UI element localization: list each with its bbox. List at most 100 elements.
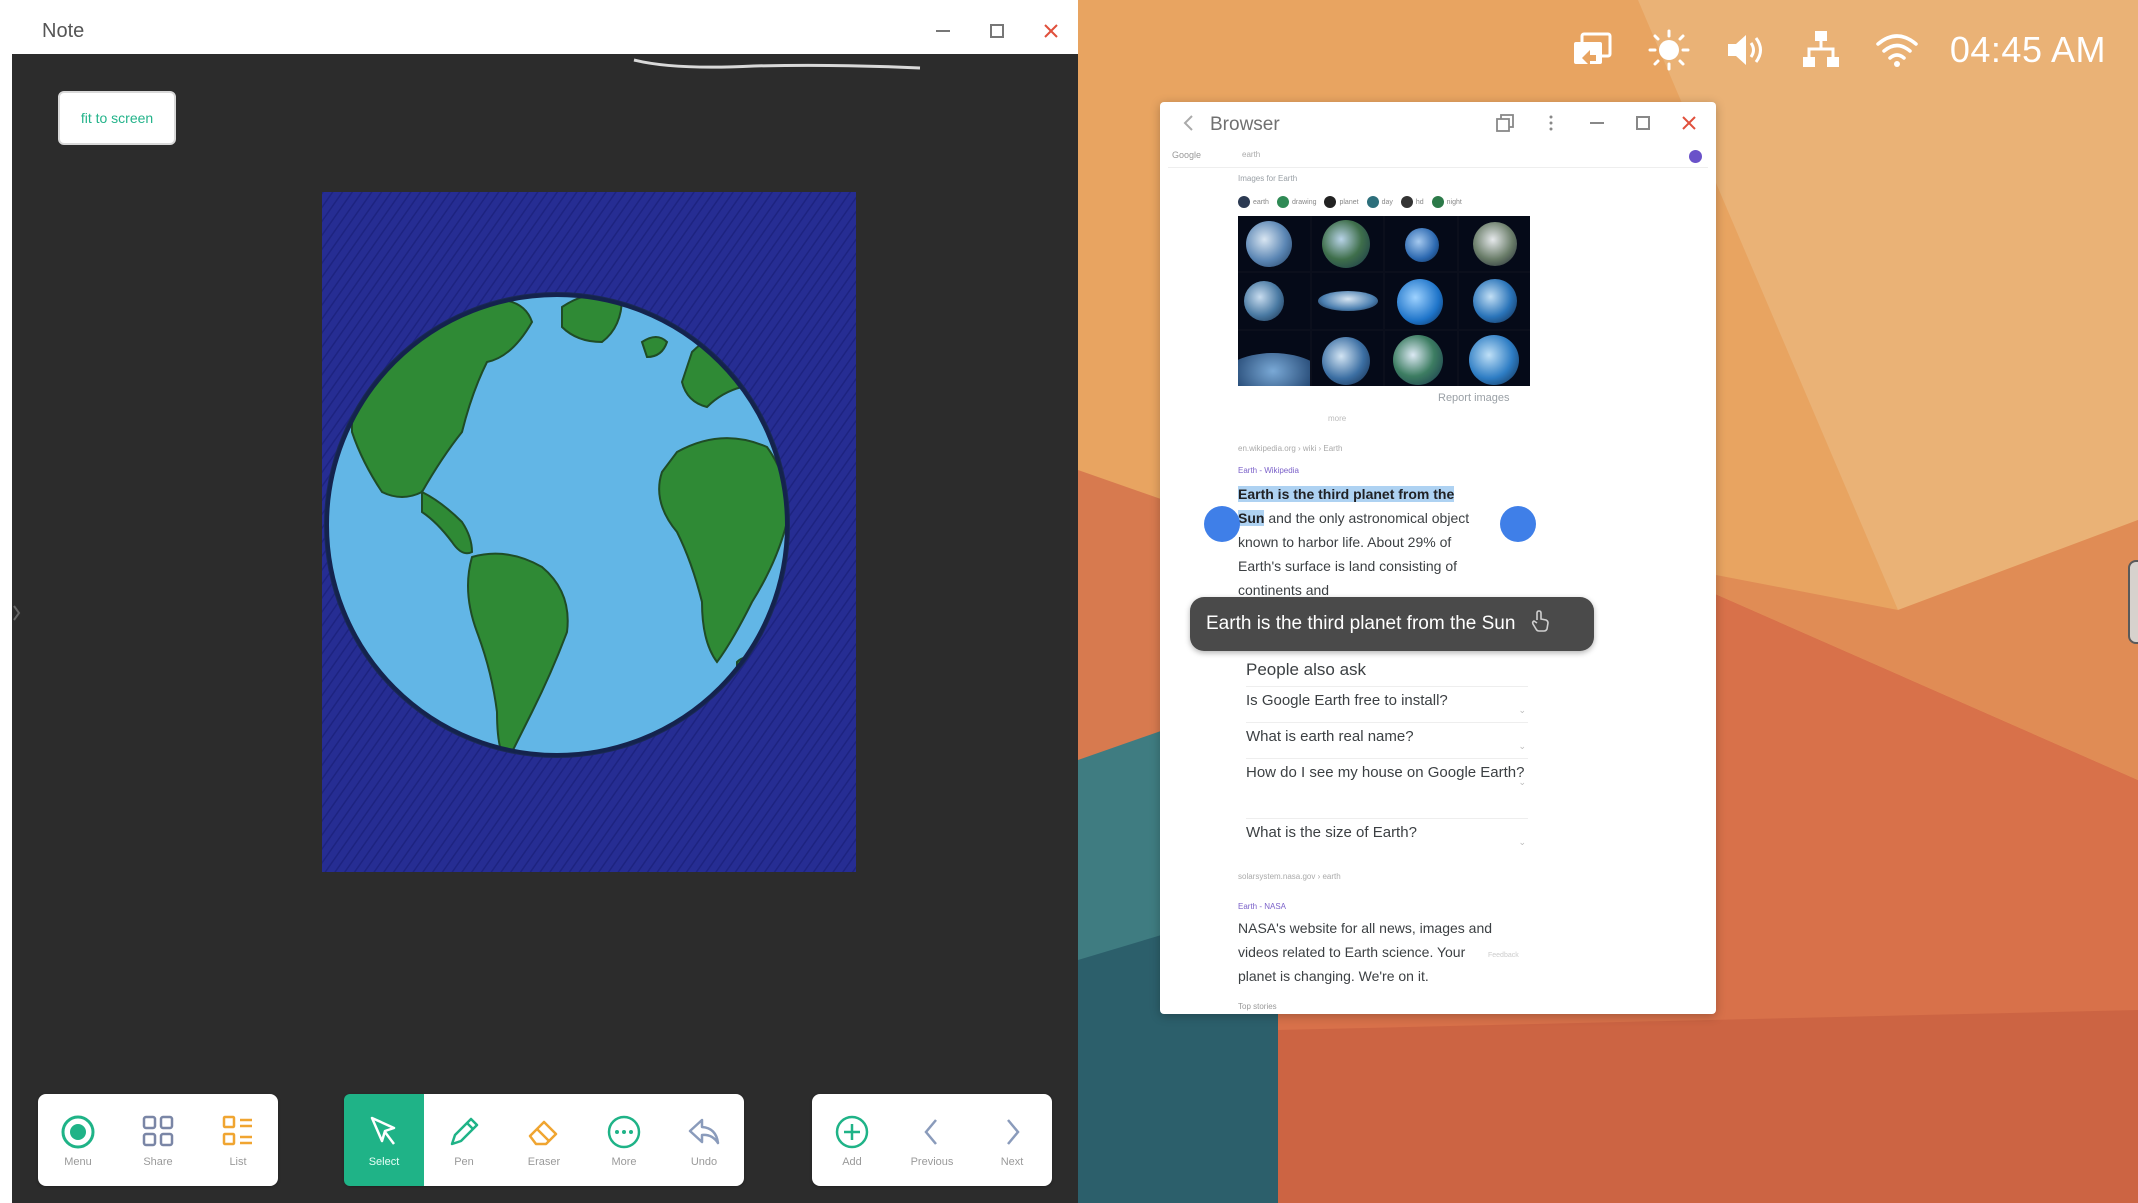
- toolbar-right: Add Previous Next: [812, 1094, 1052, 1186]
- nasa-link[interactable]: Earth - NASA: [1238, 902, 1286, 911]
- image-result[interactable]: [1311, 330, 1383, 386]
- add-icon: [835, 1115, 869, 1149]
- more-label: More: [611, 1156, 637, 1168]
- wikipedia-snippet[interactable]: Earth is the third planet from the Sun a…: [1238, 482, 1478, 602]
- image-result[interactable]: [1238, 273, 1310, 329]
- filter-chip[interactable]: night: [1431, 194, 1462, 210]
- note-window: Note fit to screen Menu Share List Selec…: [12, 8, 1078, 1203]
- minimize-icon: [1590, 122, 1604, 124]
- fit-to-screen-button[interactable]: fit to screen: [58, 91, 176, 145]
- note-titlebar[interactable]: Note: [12, 8, 1078, 54]
- more-images-link[interactable]: more: [1328, 414, 1346, 423]
- wikipedia-breadcrumb[interactable]: en.wikipedia.org › wiki › Earth: [1238, 444, 1342, 453]
- browser-menu-button[interactable]: [1536, 108, 1566, 138]
- close-icon: [1682, 116, 1696, 130]
- image-result[interactable]: [1385, 330, 1457, 386]
- more-icon: [607, 1115, 641, 1149]
- google-logo[interactable]: Google: [1172, 150, 1201, 160]
- image-result[interactable]: [1238, 216, 1310, 272]
- hand-pointer-icon[interactable]: [1529, 610, 1551, 638]
- image-result[interactable]: [1458, 330, 1530, 386]
- note-window-controls: [928, 16, 1066, 46]
- screen-share-icon[interactable]: [1570, 27, 1616, 73]
- image-result[interactable]: [1311, 216, 1383, 272]
- list-button[interactable]: List: [198, 1094, 278, 1186]
- menu-button[interactable]: Menu: [38, 1094, 118, 1186]
- pen-label: Pen: [454, 1156, 474, 1168]
- previous-page-button[interactable]: Previous: [892, 1094, 972, 1186]
- paa-question[interactable]: What is earth real name? ⌄: [1246, 722, 1528, 751]
- filter-chip[interactable]: day: [1366, 194, 1393, 210]
- browser-titlebar[interactable]: Browser: [1160, 102, 1716, 144]
- image-result[interactable]: [1385, 273, 1457, 329]
- paa-question[interactable]: What is the size of Earth? ⌄: [1246, 818, 1528, 847]
- wifi-icon[interactable]: [1874, 27, 1920, 73]
- share-label: Share: [143, 1156, 173, 1168]
- paa-question[interactable]: How do I see my house on Google Earth? ⌄: [1246, 758, 1528, 787]
- network-icon[interactable]: [1798, 27, 1844, 73]
- wikipedia-link[interactable]: Earth - Wikipedia: [1238, 466, 1299, 475]
- browser-tabs-button[interactable]: [1490, 108, 1520, 138]
- nasa-snippet: NASA's website for all news, images and …: [1238, 920, 1493, 984]
- menu-icon: [61, 1115, 95, 1149]
- tabs-icon: [1496, 114, 1514, 132]
- toolbar-center: Select Pen Eraser More Undo: [344, 1094, 744, 1186]
- add-page-button[interactable]: Add: [812, 1094, 892, 1186]
- select-tool-button[interactable]: Select: [344, 1094, 424, 1186]
- image-result[interactable]: [1385, 216, 1457, 272]
- note-title: Note: [42, 20, 85, 42]
- browser-minimize-button[interactable]: [1582, 108, 1612, 138]
- earth-illustration: [322, 192, 856, 872]
- selection-end-handle[interactable]: [1500, 506, 1536, 542]
- toast-text: Earth is the third planet from the Sun: [1206, 613, 1516, 634]
- volume-icon[interactable]: [1722, 27, 1768, 73]
- more-tool-button[interactable]: More: [584, 1094, 664, 1186]
- undo-tool-button[interactable]: Undo: [664, 1094, 744, 1186]
- eraser-icon: [528, 1120, 558, 1146]
- browser-maximize-button[interactable]: [1628, 108, 1658, 138]
- brightness-icon[interactable]: [1646, 27, 1692, 73]
- search-bar[interactable]: Google earth: [1168, 146, 1708, 168]
- account-avatar[interactable]: [1689, 150, 1702, 163]
- top-stories-heading[interactable]: Top stories: [1238, 1002, 1277, 1011]
- next-label: Next: [1000, 1156, 1024, 1168]
- filter-chip[interactable]: hd: [1400, 194, 1424, 210]
- right-edge-handle[interactable]: [2128, 560, 2138, 644]
- pen-tool-button[interactable]: Pen: [424, 1094, 504, 1186]
- text-capture-toast[interactable]: Earth is the third planet from the Sun: [1190, 597, 1594, 651]
- maximize-button[interactable]: [982, 16, 1012, 46]
- minimize-button[interactable]: [928, 16, 958, 46]
- close-icon: [1044, 24, 1058, 38]
- browser-window-controls: [1490, 108, 1704, 138]
- earth-drawing[interactable]: [322, 192, 856, 872]
- menu-label: Menu: [64, 1156, 92, 1168]
- filter-chip[interactable]: planet: [1324, 194, 1359, 210]
- filter-chip[interactable]: earth: [1238, 194, 1269, 210]
- next-page-button[interactable]: Next: [972, 1094, 1052, 1186]
- filter-chip[interactable]: drawing: [1276, 194, 1316, 210]
- back-icon[interactable]: [1178, 112, 1200, 134]
- screen: 04:45 AM Note fit to screen Menu Share L…: [0, 0, 2138, 1203]
- browser-title: Browser: [1210, 114, 1280, 135]
- select-label: Select: [368, 1156, 400, 1168]
- selection-start-handle[interactable]: [1204, 506, 1240, 542]
- close-button[interactable]: [1036, 16, 1066, 46]
- minimize-icon: [936, 30, 950, 32]
- image-result[interactable]: [1458, 273, 1530, 329]
- paa-question[interactable]: Is Google Earth free to install? ⌄: [1246, 686, 1528, 715]
- eraser-tool-button[interactable]: Eraser: [504, 1094, 584, 1186]
- search-query[interactable]: earth: [1242, 150, 1260, 159]
- chevron-down-icon: ⌄: [1518, 705, 1526, 715]
- undo-icon: [688, 1118, 720, 1145]
- chevron-down-icon: ⌄: [1518, 777, 1526, 787]
- clock: 04:45 AM: [1949, 29, 2106, 70]
- browser-close-button[interactable]: [1674, 108, 1704, 138]
- nasa-breadcrumb[interactable]: solarsystem.nasa.gov › earth: [1238, 872, 1341, 881]
- report-images-link[interactable]: Report images: [1438, 392, 1510, 404]
- previous-icon: [924, 1119, 937, 1145]
- image-result[interactable]: [1238, 330, 1310, 386]
- share-button[interactable]: Share: [118, 1094, 198, 1186]
- image-result[interactable]: [1458, 216, 1530, 272]
- image-result[interactable]: [1311, 273, 1383, 329]
- side-handle[interactable]: [12, 598, 22, 628]
